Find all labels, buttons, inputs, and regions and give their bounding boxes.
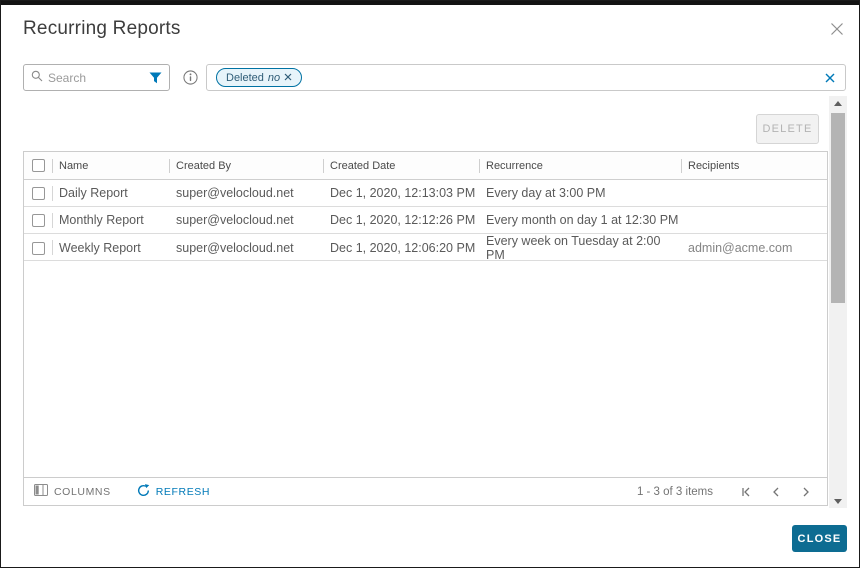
row-select-cell — [24, 180, 53, 206]
dialog-close-button[interactable] — [828, 22, 846, 40]
column-header-name[interactable]: Name — [53, 152, 170, 179]
first-page-button[interactable] — [735, 482, 757, 502]
scroll-down-button[interactable] — [829, 494, 847, 508]
column-header-recurrence[interactable]: Recurrence — [480, 152, 682, 179]
table-row-monthly-report[interactable]: Monthly Report super@velocloud.net Dec 1… — [24, 207, 827, 234]
scroll-down-icon — [834, 498, 842, 504]
table-empty-area — [24, 261, 827, 477]
filter-chip-deleted[interactable]: Deleted no — [216, 68, 303, 87]
cell-name: Monthly Report — [59, 213, 144, 227]
columns-icon — [34, 484, 48, 499]
close-icon — [829, 21, 845, 42]
pagination: 1 - 3 of 3 items — [637, 482, 817, 502]
row-checkbox[interactable] — [32, 241, 45, 255]
table-row-weekly-report[interactable]: Weekly Report super@velocloud.net Dec 1,… — [24, 234, 827, 262]
chip-remove-icon[interactable] — [284, 72, 292, 84]
column-header-recipients[interactable]: Recipients — [682, 152, 827, 179]
column-header-created-by[interactable]: Created By — [170, 152, 324, 179]
next-page-button[interactable] — [795, 482, 817, 502]
pagination-info: 1 - 3 of 3 items — [636, 485, 713, 498]
page-title: Recurring Reports — [23, 18, 181, 39]
cell-recipients — [682, 180, 827, 206]
cell-recipients: admin@acme.com — [688, 241, 793, 255]
filter-chip-field: Deleted — [226, 71, 264, 84]
search-input[interactable] — [48, 70, 149, 85]
clear-filters-icon[interactable] — [824, 72, 836, 84]
cell-created-date: Dec 1, 2020, 12:12:26 PM — [330, 213, 476, 227]
reports-table: Name Created By Created Date Recurrence … — [23, 151, 828, 506]
cell-name: Weekly Report — [59, 241, 141, 255]
table-row-daily-report[interactable]: Daily Report super@velocloud.net Dec 1, … — [24, 180, 827, 207]
recurring-reports-dialog: Recurring Reports Search Deleted no DELE… — [0, 0, 860, 568]
table-header-row: Name Created By Created Date Recurrence … — [24, 152, 827, 180]
row-checkbox[interactable] — [32, 186, 45, 200]
select-all-cell — [24, 152, 53, 179]
column-header-created-date[interactable]: Created Date — [324, 152, 480, 179]
scroll-up-button[interactable] — [829, 96, 847, 110]
vertical-scrollbar[interactable] — [829, 96, 847, 508]
previous-page-button[interactable] — [765, 482, 787, 502]
cell-recurrence: Every day at 3:00 PM — [486, 186, 606, 200]
cell-created-by: super@velocloud.net — [176, 213, 294, 227]
cell-recurrence: Every month on day 1 at 12:30 PM — [486, 213, 679, 227]
scroll-up-icon — [834, 100, 842, 106]
search-box — [23, 64, 170, 91]
modal-backdrop-edge — [1, 1, 859, 5]
cell-created-date: Dec 1, 2020, 12:13:03 PM — [330, 186, 476, 200]
active-filters-bar[interactable]: Deleted no — [206, 64, 846, 91]
cell-recurrence: Every week on Tuesday at 2:00 PM — [486, 234, 661, 262]
refresh-button[interactable]: REFRESH — [137, 483, 211, 500]
cell-created-date: Dec 1, 2020, 12:06:20 PM — [330, 241, 476, 255]
table-footer: COLUMNS REFRESH 1 - 3 of 3 items — [24, 477, 827, 505]
select-all-checkbox[interactable] — [32, 159, 45, 172]
cell-created-by: super@velocloud.net — [176, 241, 294, 255]
filter-funnel-icon[interactable] — [149, 72, 162, 84]
columns-label: COLUMNS — [54, 485, 111, 498]
close-button[interactable]: CLOSE — [792, 525, 847, 552]
cell-created-by: super@velocloud.net — [176, 186, 294, 200]
refresh-label: REFRESH — [155, 485, 211, 498]
scrollbar-thumb[interactable] — [831, 113, 845, 303]
delete-button[interactable]: DELETE — [756, 114, 819, 144]
search-icon — [31, 69, 43, 87]
filter-chip-value: no — [267, 71, 281, 84]
row-select-cell — [24, 234, 53, 262]
row-select-cell — [24, 207, 53, 233]
cell-name: Daily Report — [59, 186, 128, 200]
refresh-icon — [137, 483, 150, 500]
cell-recipients — [682, 207, 827, 233]
info-icon[interactable] — [183, 70, 198, 90]
columns-button[interactable]: COLUMNS — [34, 484, 111, 499]
row-checkbox[interactable] — [32, 213, 45, 227]
